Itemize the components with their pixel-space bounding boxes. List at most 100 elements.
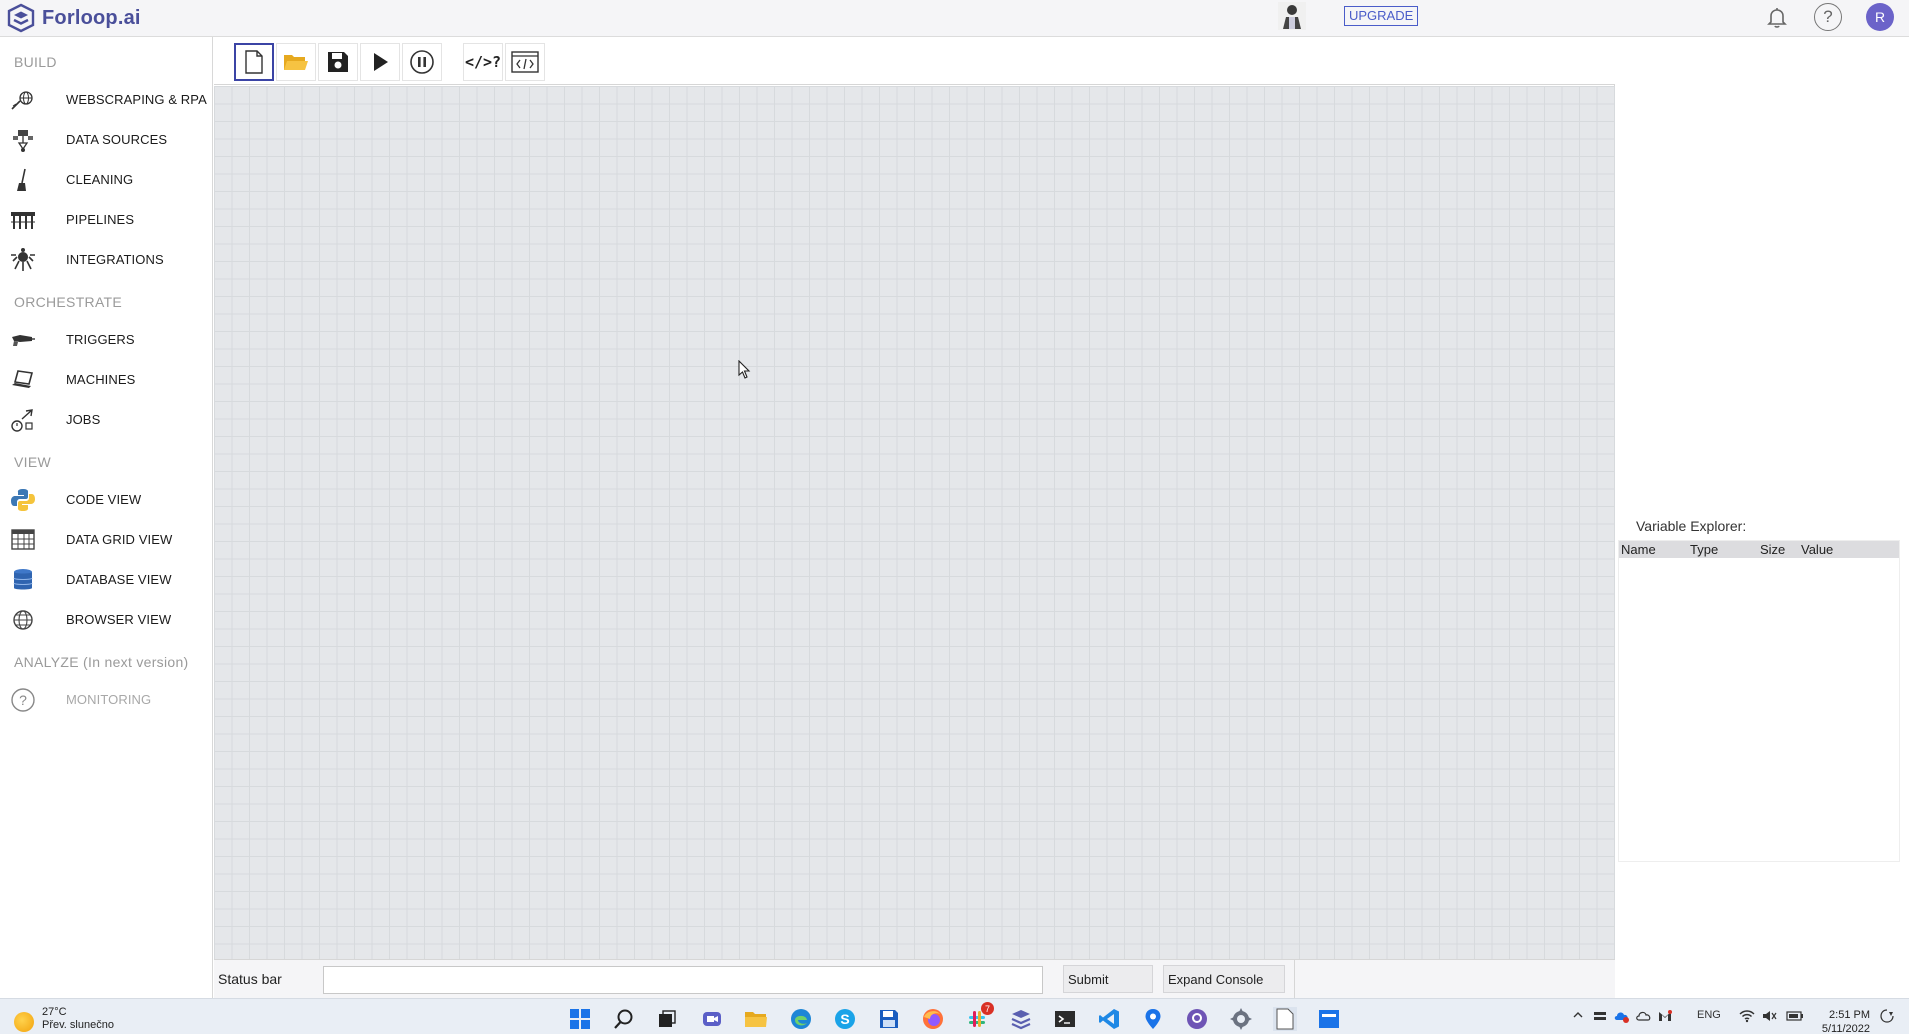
console-input[interactable]: [323, 966, 1043, 994]
code-window-button[interactable]: [505, 43, 545, 81]
integrations-icon: [10, 247, 36, 273]
sidebar-item-browser-view[interactable]: BROWSER VIEW: [0, 601, 212, 637]
run-button[interactable]: [360, 43, 400, 81]
toolbar: </>?: [214, 37, 1615, 85]
sidebar-item-data-sources[interactable]: DATA SOURCES: [0, 121, 212, 157]
sidebar-item-triggers[interactable]: TRIGGERS: [0, 321, 212, 357]
volume-icon[interactable]: [1762, 1009, 1778, 1026]
clock-date: 5/11/2022: [1821, 1023, 1870, 1034]
slack-icon[interactable]: 7: [965, 1002, 994, 1031]
file-explorer-icon[interactable]: [744, 1007, 768, 1031]
sidebar-item-database-view[interactable]: DATABASE VIEW: [0, 561, 212, 597]
weather-widget[interactable]: 27°C Přev. slunečno: [14, 1006, 114, 1032]
tray-cloud-icon[interactable]: [1636, 1009, 1652, 1026]
database-icon: [10, 567, 36, 593]
battery-icon[interactable]: [1786, 1009, 1804, 1026]
windows-start-icon[interactable]: [568, 1007, 592, 1031]
weather-temperature: 27°C: [42, 1006, 67, 1018]
sun-icon: [14, 1012, 34, 1032]
notifications-button[interactable]: [1763, 3, 1791, 31]
status-bar: Status bar Submit Expand Console: [214, 959, 1615, 999]
sidebar-item-label: BROWSER VIEW: [66, 611, 172, 627]
sidebar-item-code-view[interactable]: CODE VIEW: [0, 481, 212, 517]
forloop-icon[interactable]: [1009, 1007, 1033, 1031]
grid-icon: [10, 527, 36, 553]
slack-notification-badge: 7: [981, 1002, 994, 1015]
tray-onedrive-icon[interactable]: [1614, 1009, 1630, 1026]
webscraping-icon: [10, 87, 36, 113]
firefox-icon[interactable]: [921, 1007, 945, 1031]
section-title-analyze: ANALYZE (In next version): [14, 654, 189, 670]
maps-icon[interactable]: [1141, 1007, 1165, 1031]
pause-button[interactable]: [402, 43, 442, 81]
variable-explorer-header: Name Type Size Value: [1619, 541, 1899, 558]
app-window-icon[interactable]: [1317, 1007, 1341, 1031]
notification-center-icon[interactable]: [1880, 1009, 1894, 1026]
tray-network-share-icon[interactable]: [1593, 1009, 1607, 1026]
tray-gmail-icon[interactable]: [1658, 1009, 1672, 1026]
folder-icon: [284, 55, 308, 70]
new-file-button[interactable]: [234, 43, 274, 81]
github-icon[interactable]: [1185, 1007, 1209, 1031]
save-button[interactable]: [318, 43, 358, 81]
wifi-icon[interactable]: [1739, 1009, 1755, 1026]
language-indicator[interactable]: ENG: [1697, 1009, 1721, 1021]
status-bar-label: Status bar: [218, 971, 282, 987]
pipeline-canvas[interactable]: [214, 86, 1615, 959]
code-help-button[interactable]: </>?: [463, 43, 503, 81]
app-logo[interactable]: Forloop.ai: [6, 3, 141, 33]
play-icon: [374, 53, 388, 71]
column-header-name[interactable]: Name: [1619, 542, 1690, 557]
svg-text:?: ?: [19, 692, 27, 708]
sidebar-item-label: CODE VIEW: [66, 491, 142, 507]
sidebar-item-label: CLEANING: [66, 171, 134, 187]
expand-console-button[interactable]: Expand Console: [1163, 965, 1285, 993]
sidebar-item-integrations[interactable]: INTEGRATIONS: [0, 241, 212, 277]
sidebar: BUILD WEBSCRAPING & RPA DATA SOURCES CLE…: [0, 37, 213, 998]
sidebar-item-label: JOBS: [66, 411, 101, 427]
pause-icon: [410, 50, 434, 74]
system-clock[interactable]: 2:51 PM 5/11/2022: [1818, 1008, 1870, 1034]
sidebar-item-machines[interactable]: MACHINES: [0, 361, 212, 397]
skype-icon[interactable]: S: [833, 1007, 857, 1031]
sidebar-item-jobs[interactable]: JOBS: [0, 401, 212, 437]
section-title-build: BUILD: [14, 54, 57, 70]
help-button[interactable]: ?: [1814, 3, 1842, 31]
save-app-icon[interactable]: [877, 1007, 901, 1031]
settings-icon[interactable]: [1229, 1007, 1253, 1031]
teams-icon[interactable]: [700, 1007, 724, 1031]
app-name: Forloop.ai: [42, 6, 141, 29]
column-header-type[interactable]: Type: [1690, 542, 1760, 557]
sidebar-item-data-grid-view[interactable]: DATA GRID VIEW: [0, 521, 212, 557]
profile-figure-icon[interactable]: [1278, 2, 1306, 30]
notepad-icon[interactable]: [1273, 1007, 1297, 1031]
tray-overflow-icon[interactable]: [1572, 1009, 1584, 1024]
open-folder-button[interactable]: [276, 43, 316, 81]
column-header-value[interactable]: Value: [1801, 542, 1861, 557]
vscode-icon[interactable]: [1097, 1007, 1121, 1031]
upgrade-button[interactable]: UPGRADE: [1344, 6, 1419, 26]
floppy-icon: [328, 52, 348, 72]
right-panel: Variable Explorer: Name Type Size Value: [1616, 37, 1909, 998]
sidebar-item-cleaning[interactable]: CLEANING: [0, 161, 212, 197]
variable-explorer-table[interactable]: Name Type Size Value: [1618, 540, 1900, 862]
clock-time: 2:51 PM: [1829, 1009, 1870, 1021]
edge-icon[interactable]: [789, 1007, 813, 1031]
search-icon[interactable]: [612, 1007, 636, 1031]
task-view-icon[interactable]: [655, 1007, 679, 1031]
trigger-icon: [10, 327, 36, 353]
top-bar: Forloop.ai UPGRADE ? R: [0, 0, 1909, 37]
sidebar-item-webscraping[interactable]: WEBSCRAPING & RPA: [0, 81, 212, 117]
column-header-size[interactable]: Size: [1760, 542, 1801, 557]
sidebar-item-monitoring[interactable]: ? MONITORING: [0, 681, 212, 717]
terminal-icon[interactable]: [1053, 1007, 1077, 1031]
code-window-icon: [511, 51, 539, 73]
bell-icon: [1767, 8, 1787, 28]
submit-button[interactable]: Submit: [1063, 965, 1153, 993]
svg-text:S: S: [840, 1011, 849, 1027]
sidebar-item-label: MONITORING: [66, 691, 152, 707]
sidebar-item-pipelines[interactable]: PIPELINES: [0, 201, 212, 237]
windows-taskbar: 27°C Přev. slunečno S 7 ENG 2:51 PM 5/11…: [0, 998, 1909, 1034]
user-avatar[interactable]: R: [1866, 3, 1894, 31]
python-icon: [10, 487, 36, 513]
